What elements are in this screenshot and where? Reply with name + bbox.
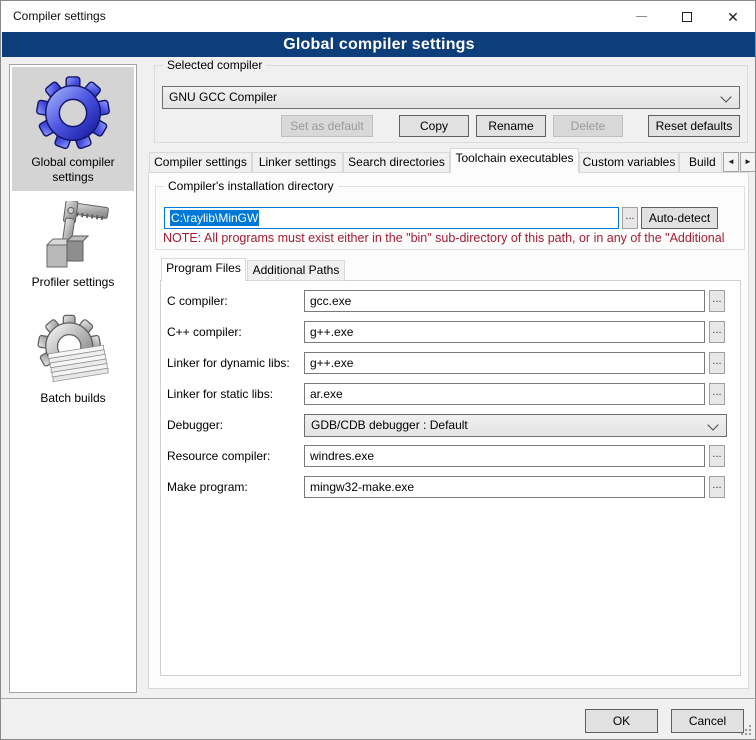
- caliper-icon: [12, 195, 134, 275]
- install-dir-browse-button[interactable]: ...: [622, 207, 638, 229]
- window-title: Compiler settings: [13, 1, 106, 32]
- banner: Global compiler settings: [2, 32, 756, 57]
- make-program-browse-button[interactable]: ...: [709, 476, 725, 498]
- field-label: C++ compiler:: [167, 321, 242, 343]
- close-button[interactable]: ✕: [710, 1, 756, 32]
- sidebar-item-label: Profiler settings: [12, 275, 134, 290]
- field-label: Resource compiler:: [167, 445, 270, 467]
- compiler-settings-dialog: Compiler settings ✕ Global compiler sett…: [0, 0, 756, 740]
- blue-gear-icon: [12, 67, 134, 152]
- sidebar-item-global-compiler-settings[interactable]: Global compiler settings: [12, 67, 134, 191]
- tab-custom-variables[interactable]: Custom variables: [579, 152, 679, 173]
- chevron-down-icon: [707, 419, 718, 430]
- group-label: Compiler's installation directory: [164, 179, 338, 193]
- field-label: Linker for dynamic libs:: [167, 352, 290, 374]
- grey-gear-stack-icon: [12, 309, 134, 391]
- page-title: Global compiler settings: [283, 36, 475, 54]
- tab-scroll-left-button[interactable]: ◄: [723, 152, 739, 172]
- field-label: Make program:: [167, 476, 248, 498]
- cpp-compiler-input[interactable]: g++.exe: [304, 321, 705, 343]
- make-program-input[interactable]: mingw32-make.exe: [304, 476, 705, 498]
- linker-dynamic-browse-button[interactable]: ...: [709, 352, 725, 374]
- group-label: Selected compiler: [163, 58, 266, 72]
- minimize-button[interactable]: [618, 1, 664, 32]
- sidebar: Global compiler settings: [9, 64, 137, 693]
- install-dir-value: C:\raylib\MinGW: [170, 210, 259, 226]
- tab-linker-settings[interactable]: Linker settings: [252, 152, 343, 173]
- field-value: mingw32-make.exe: [310, 480, 414, 494]
- field-value: ar.exe: [310, 387, 343, 401]
- tab-compiler-settings[interactable]: Compiler settings: [149, 152, 252, 173]
- tab-scroll-right-button[interactable]: ►: [740, 152, 756, 172]
- titlebar[interactable]: Compiler settings ✕: [1, 1, 755, 32]
- set-as-default-button[interactable]: Set as default: [281, 115, 373, 137]
- compiler-select[interactable]: GNU GCC Compiler: [162, 86, 740, 109]
- install-dir-input[interactable]: C:\raylib\MinGW: [164, 207, 619, 229]
- tab-toolchain-executables[interactable]: Toolchain executables: [450, 148, 579, 173]
- auto-detect-button[interactable]: Auto-detect: [641, 207, 718, 229]
- tab-program-files[interactable]: Program Files: [161, 258, 246, 281]
- maximize-icon: [682, 12, 692, 22]
- arrow-left-icon: ◄: [727, 157, 735, 166]
- linker-static-browse-button[interactable]: ...: [709, 383, 725, 405]
- chevron-down-icon: [720, 91, 731, 102]
- arrow-right-icon: ►: [744, 157, 752, 166]
- rename-button[interactable]: Rename: [476, 115, 546, 137]
- cancel-button[interactable]: Cancel: [671, 709, 744, 733]
- compiler-select-value: GNU GCC Compiler: [169, 90, 277, 104]
- resource-compiler-input[interactable]: windres.exe: [304, 445, 705, 467]
- ok-button[interactable]: OK: [585, 709, 658, 733]
- cpp-compiler-browse-button[interactable]: ...: [709, 321, 725, 343]
- field-label: Debugger:: [167, 414, 223, 436]
- linker-static-input[interactable]: ar.exe: [304, 383, 705, 405]
- note-text: NOTE: All programs must exist either in …: [163, 231, 745, 245]
- field-value: windres.exe: [310, 449, 374, 463]
- sidebar-item-label: Batch builds: [12, 391, 134, 406]
- delete-button[interactable]: Delete: [553, 115, 623, 137]
- debugger-select-value: GDB/CDB debugger : Default: [311, 418, 468, 432]
- debugger-select[interactable]: GDB/CDB debugger : Default: [304, 414, 727, 437]
- sidebar-item-batch-builds[interactable]: Batch builds: [12, 309, 134, 413]
- field-value: g++.exe: [310, 325, 353, 339]
- tab-search-directories[interactable]: Search directories: [343, 152, 450, 173]
- linker-dynamic-input[interactable]: g++.exe: [304, 352, 705, 374]
- resource-compiler-browse-button[interactable]: ...: [709, 445, 725, 467]
- copy-button[interactable]: Copy: [399, 115, 469, 137]
- minimize-icon: [636, 16, 647, 17]
- close-icon: ✕: [727, 10, 739, 24]
- field-value: g++.exe: [310, 356, 353, 370]
- c-compiler-input[interactable]: gcc.exe: [304, 290, 705, 312]
- reset-defaults-button[interactable]: Reset defaults: [648, 115, 740, 137]
- sidebar-item-profiler-settings[interactable]: Profiler settings: [12, 195, 134, 293]
- field-label: Linker for static libs:: [167, 383, 273, 405]
- field-label: C compiler:: [167, 290, 228, 312]
- tab-build-clipped[interactable]: Build: [679, 152, 722, 173]
- resize-grip[interactable]: [741, 725, 751, 735]
- sidebar-item-label: Global compiler settings: [12, 155, 134, 185]
- tab-additional-paths[interactable]: Additional Paths: [247, 260, 345, 281]
- c-compiler-browse-button[interactable]: ...: [709, 290, 725, 312]
- footer-divider: [1, 698, 756, 699]
- maximize-button[interactable]: [664, 1, 710, 32]
- field-value: gcc.exe: [310, 294, 351, 308]
